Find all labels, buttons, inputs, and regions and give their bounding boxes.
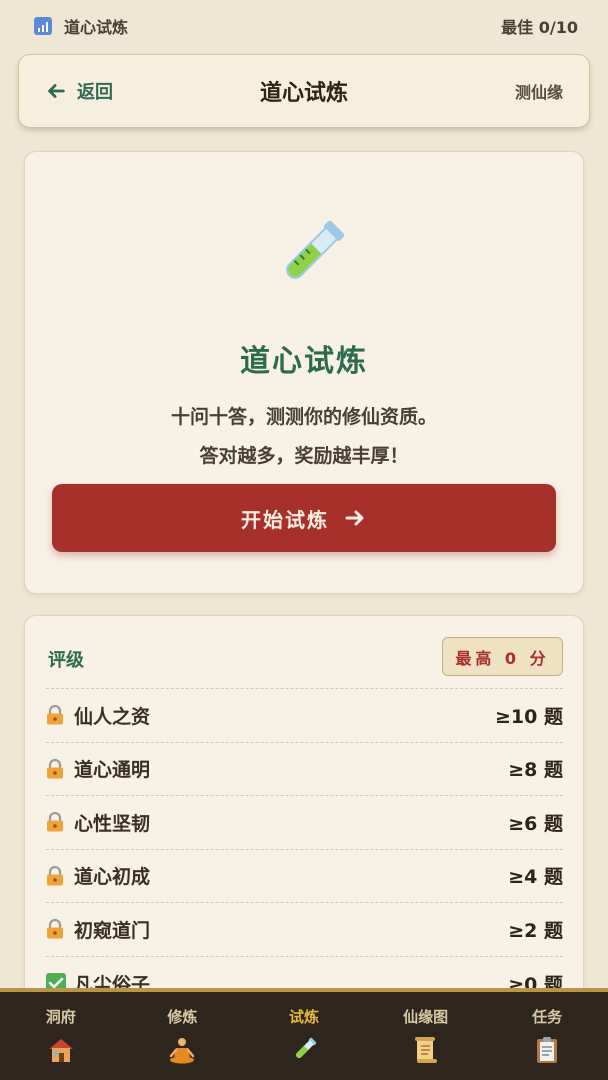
arrow-left-icon — [48, 84, 65, 98]
grade-row: 初窥道门 ≥2 题 — [46, 902, 563, 955]
back-button[interactable]: 返回 — [45, 78, 113, 104]
grade-requirement: ≥8 题 — [508, 759, 563, 782]
grade-name-group: 仙人之资 — [46, 702, 150, 729]
grade-requirement: ≥10 题 — [495, 705, 563, 728]
tab-label: 仙缘图 — [403, 1008, 449, 1026]
lock-icon — [46, 812, 64, 832]
grade-row: 道心通明 ≥8 题 — [46, 741, 563, 795]
grade-row: 道心初成 ≥4 题 — [46, 848, 563, 902]
grade-requirement: ≥6 题 — [508, 812, 563, 835]
lock-icon — [46, 865, 64, 886]
arrow-right-icon — [345, 510, 364, 526]
grade-name: 心性坚韧 — [74, 812, 151, 835]
grade-requirement: ≥2 题 — [508, 919, 563, 942]
lock-icon — [46, 919, 64, 939]
hero-title: 道心试炼 — [240, 344, 368, 379]
grade-name-group: 心性坚韧 — [46, 809, 150, 836]
grade-requirement: ≥4 题 — [508, 866, 563, 889]
bottom-tab-bar: 洞府 修炼 试炼 仙缘图 任务 — [0, 988, 608, 1080]
tab-5[interactable]: 任务 — [497, 1006, 597, 1069]
grade-card: 评级 最高 0 分 仙人之资 ≥10 题道心通明 ≥8 题心性坚韧 ≥6 题道心初成 ≥… — [24, 615, 584, 1015]
tab-label: 任务 — [532, 1008, 563, 1026]
status-best-score: 最佳 0/10 — [501, 18, 578, 37]
status-app-name: 道心试炼 — [64, 18, 129, 37]
scroll-icon — [411, 1035, 441, 1069]
grade-name: 初窥道门 — [74, 919, 151, 942]
header-right-link[interactable]: 测仙缘 — [515, 79, 563, 103]
top-header: 返回 道心试炼 测仙缘 — [18, 54, 590, 128]
test-tube-icon — [289, 1035, 319, 1069]
clipboard-icon — [532, 1035, 562, 1069]
tab-1[interactable]: 洞府 — [11, 1006, 111, 1069]
status-left: 道心试炼 — [34, 14, 128, 38]
hero-desc-line-1: 十问十答，测测你的修仙资质。 — [170, 406, 437, 428]
grade-name: 道心通明 — [74, 759, 151, 782]
status-bar: 道心试炼 最佳 0/10 — [0, 0, 608, 52]
grade-row: 仙人之资 ≥10 题 — [46, 688, 563, 741]
start-trial-button[interactable]: 开始试炼 — [52, 484, 556, 552]
lock-icon — [46, 758, 64, 779]
grade-row: 心性坚韧 ≥6 题 — [46, 795, 563, 848]
grade-name: 仙人之资 — [74, 705, 151, 728]
grade-name: 道心初成 — [74, 866, 151, 889]
tab-label: 洞府 — [45, 1008, 76, 1026]
start-trial-label: 开始试炼 — [241, 507, 329, 532]
grade-name-group: 初窥道门 — [46, 916, 150, 943]
tab-label: 试炼 — [288, 1008, 319, 1026]
house-icon — [46, 1035, 76, 1069]
back-label: 返回 — [77, 82, 113, 103]
signal-icon — [34, 17, 52, 35]
lock-icon — [46, 704, 64, 725]
best-score-badge: 最高 0 分 — [442, 637, 563, 676]
tab-4[interactable]: 仙缘图 — [376, 1006, 476, 1069]
grade-name-group: 道心通明 — [46, 755, 150, 782]
hero-desc-line-2: 答对越多，奖励越丰厚！ — [199, 445, 409, 467]
test-tube-icon — [286, 220, 345, 279]
grade-name-group: 道心初成 — [46, 862, 150, 889]
tab-2[interactable]: 修炼 — [132, 1006, 232, 1069]
meditation-icon — [167, 1035, 197, 1069]
tab-label: 修炼 — [167, 1008, 198, 1026]
tab-3[interactable]: 试炼 — [254, 1006, 354, 1069]
grade-title: 评级 — [48, 650, 84, 671]
